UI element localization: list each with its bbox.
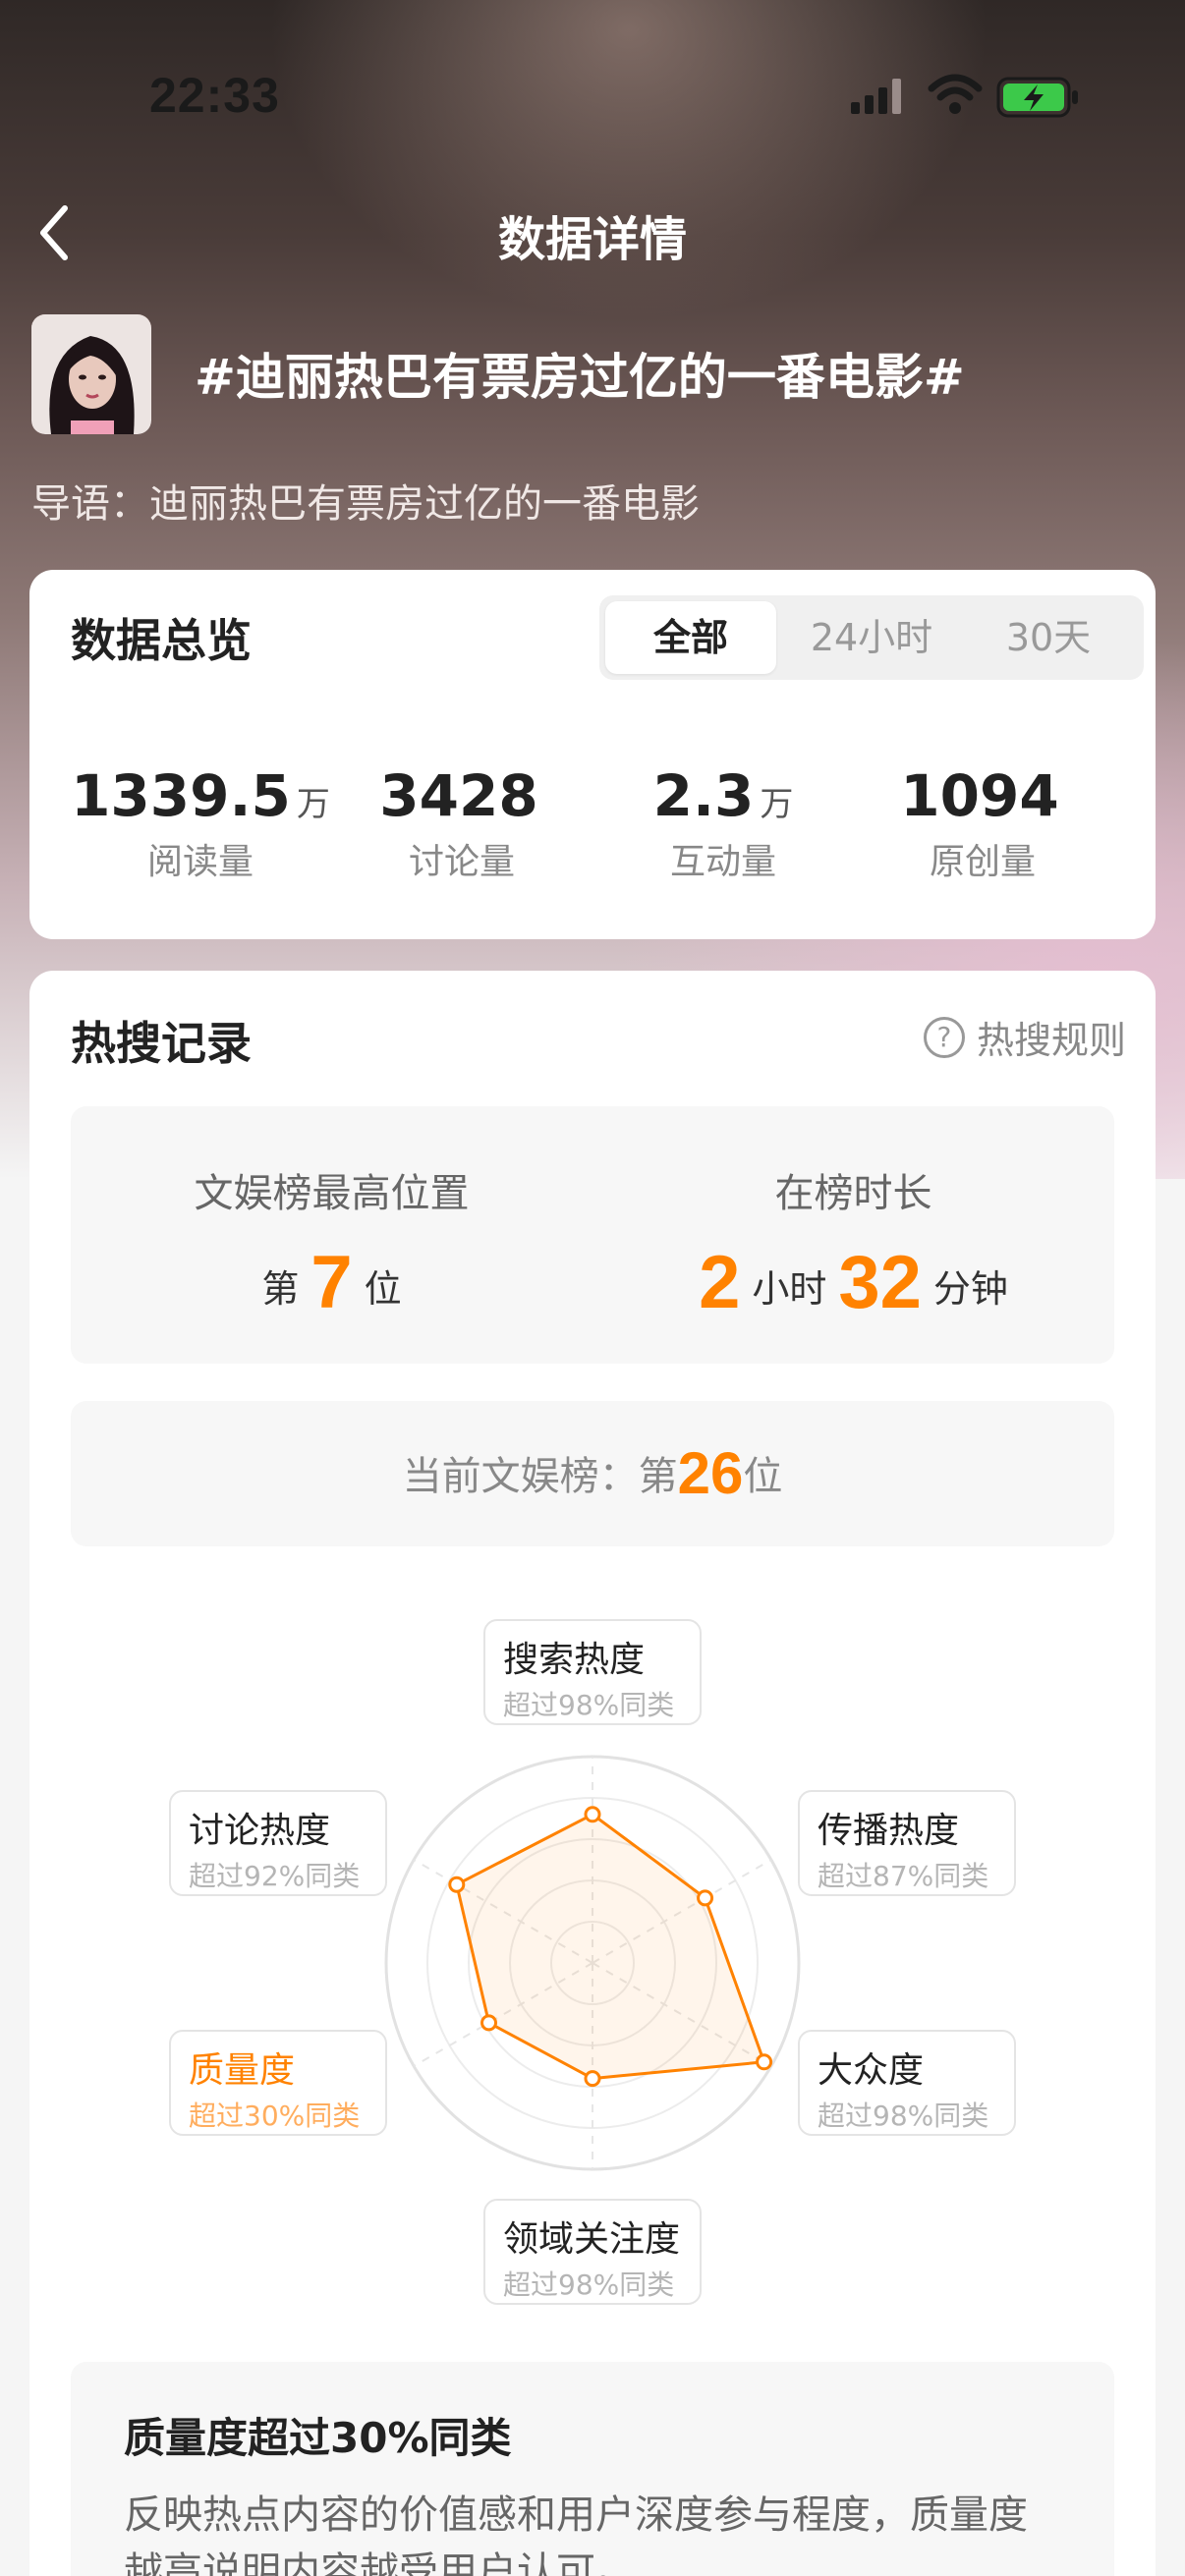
stat-original: 1094 原创量 bbox=[851, 762, 1114, 884]
description-text: 反映热点内容的价值感和用户深度参与程度，质量度越高说明内容越受用户认可。 bbox=[124, 2492, 1028, 2576]
radar-axis-sub: 超过30%同类 bbox=[189, 2100, 361, 2132]
radar-axis-name: 搜索热度 bbox=[503, 1640, 646, 1680]
radar-axis-name: 领域关注度 bbox=[503, 2219, 681, 2260]
status-time: 22:33 bbox=[149, 68, 280, 123]
tab-all[interactable]: 全部 bbox=[605, 601, 776, 674]
radar-axis-sub: 超过98%同类 bbox=[503, 2268, 675, 2301]
stat-interactions: 2.3 万 互动量 bbox=[592, 762, 855, 884]
description-title: 质量度超过30%同类 bbox=[124, 2414, 512, 2462]
radar-polygon bbox=[455, 1813, 766, 2081]
stat-unit: 万 bbox=[760, 785, 794, 824]
radar-label-discussion: 讨论热度 超过92%同类 bbox=[169, 1790, 387, 1896]
radar-label-domain-attention: 领域关注度 超过98%同类 bbox=[483, 2199, 702, 2305]
tab-30d[interactable]: 30天 bbox=[963, 595, 1134, 680]
radar-axis-sub: 超过98%同类 bbox=[818, 2100, 989, 2132]
stat-label: 原创量 bbox=[929, 842, 1036, 882]
hot-search-card: 热搜记录 ? 热搜规则 文娱榜最高位置 第7位 在榜时长 2 小时 32 分钟 当前文… bbox=[29, 971, 1156, 2576]
radar-point bbox=[756, 2053, 773, 2071]
stat-reads: 1339.5 万 阅读量 bbox=[69, 762, 332, 884]
radar-label-spread: 传播热度 超过87%同类 bbox=[798, 1790, 1016, 1896]
metric-description: 质量度超过30%同类 反映热点内容的价值感和用户深度参与程度，质量度越高说明内容… bbox=[71, 2362, 1114, 2576]
radar-point bbox=[448, 1876, 466, 1893]
stat-value: 1339.5 bbox=[71, 762, 291, 829]
overview-card: 数据总览 全部 24小时 30天 1339.5 万 阅读量 3428 讨论量 2.… bbox=[29, 570, 1156, 939]
topic-title: #迪丽热巴有票房过亿的一番电影# bbox=[195, 349, 965, 406]
time-range-tabs: 全部 24小时 30天 bbox=[599, 595, 1144, 680]
status-bar: 22:33 bbox=[0, 0, 1185, 187]
radar-axis-sub: 超过98%同类 bbox=[503, 1689, 675, 1721]
page-title: 数据详情 bbox=[497, 212, 687, 267]
radar-label-quality[interactable]: 质量度 超过30%同类 bbox=[169, 2030, 387, 2136]
stat-value: 3428 bbox=[379, 762, 538, 829]
nav-bar: 数据详情 bbox=[0, 187, 1185, 275]
radar-point bbox=[480, 2014, 498, 2032]
radar-axis-sub: 超过87%同类 bbox=[818, 1860, 989, 1892]
stat-value: 1094 bbox=[900, 762, 1059, 829]
radar-axis-name: 传播热度 bbox=[818, 1811, 960, 1851]
radar-axis-name: 讨论热度 bbox=[189, 1811, 331, 1851]
stat-value: 2.3 bbox=[652, 762, 755, 829]
stat-unit: 万 bbox=[296, 785, 330, 824]
stat-label: 互动量 bbox=[669, 842, 776, 882]
topic-header: #迪丽热巴有票房过亿的一番电影# bbox=[31, 314, 1161, 434]
radar-point bbox=[697, 1889, 714, 1907]
radar-label-search: 搜索热度 超过98%同类 bbox=[483, 1619, 702, 1725]
topic-avatar[interactable] bbox=[31, 314, 151, 434]
radar-axis-name: 质量度 bbox=[189, 2050, 296, 2091]
stat-label: 讨论量 bbox=[408, 842, 515, 882]
radar-label-popularity: 大众度 超过98%同类 bbox=[798, 2030, 1016, 2136]
overview-title: 数据总览 bbox=[71, 614, 252, 667]
tab-24h[interactable]: 24小时 bbox=[786, 595, 957, 680]
stat-label: 阅读量 bbox=[146, 842, 254, 882]
stat-discussions: 3428 讨论量 bbox=[330, 762, 593, 884]
topic-intro: 导语：迪丽热巴有票房过亿的一番电影 bbox=[31, 481, 700, 527]
radar-point bbox=[584, 1806, 601, 1823]
battery-charging-icon bbox=[996, 77, 1078, 118]
wifi-icon bbox=[928, 74, 983, 114]
cellular-signal-icon bbox=[851, 79, 901, 114]
radar-axis-name: 大众度 bbox=[818, 2050, 925, 2091]
radar-axis-sub: 超过92%同类 bbox=[189, 1860, 361, 1892]
radar-point bbox=[584, 2070, 601, 2088]
